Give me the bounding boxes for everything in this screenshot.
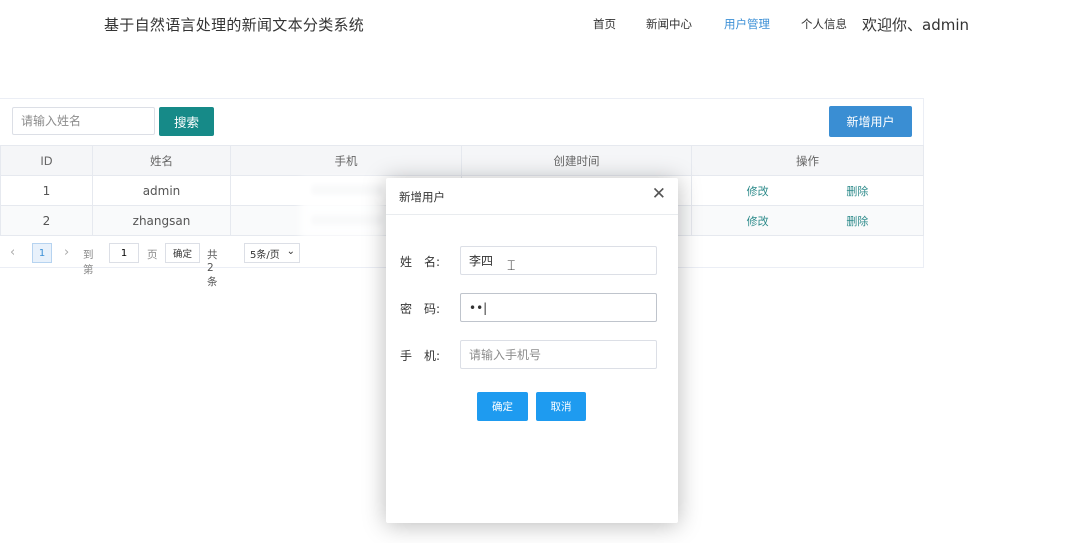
search-button[interactable]: 搜索 xyxy=(159,107,214,136)
goto-label: 到第 xyxy=(83,249,94,276)
text-cursor-icon: ⌶ xyxy=(507,258,516,274)
add-user-button[interactable]: 新增用户 xyxy=(829,106,912,137)
search-name-input[interactable] xyxy=(12,107,155,135)
password-input[interactable] xyxy=(460,293,657,322)
column-header-id[interactable]: ID xyxy=(0,145,93,176)
dialog-divider xyxy=(386,214,678,215)
modal-shadow-fade xyxy=(300,178,384,238)
nav-user-management[interactable]: 用户管理 xyxy=(724,16,770,32)
nav-news-center[interactable]: 新闻中心 xyxy=(646,16,692,32)
goto-confirm-button[interactable]: 确定 xyxy=(165,243,200,263)
top-navbar: 基于自然语言处理的新闻文本分类系统 首页 新闻中心 用户管理 个人信息 欢迎你、… xyxy=(0,0,1087,50)
delete-link[interactable]: 删除 xyxy=(846,185,868,198)
goto-page-input[interactable] xyxy=(109,243,139,263)
column-header-phone[interactable]: 手机 xyxy=(230,145,462,176)
close-icon[interactable]: ✕ xyxy=(652,184,666,204)
phone-input[interactable] xyxy=(460,340,657,369)
cancel-button[interactable]: 取消 xyxy=(536,392,586,421)
cell-id: 1 xyxy=(0,175,93,206)
edit-link[interactable]: 修改 xyxy=(747,185,769,198)
column-header-name[interactable]: 姓名 xyxy=(92,145,231,176)
phone-label: 手 机: xyxy=(400,349,441,363)
app-title: 基于自然语言处理的新闻文本分类系统 xyxy=(104,16,365,34)
dialog-title: 新增用户 xyxy=(399,190,445,204)
column-header-actions: 操作 xyxy=(691,145,924,176)
page-suffix-label: 页 xyxy=(147,249,158,261)
delete-link[interactable]: 删除 xyxy=(846,215,868,228)
password-label: 密 码: xyxy=(400,302,441,316)
page-size-value: 5条/页 xyxy=(250,249,280,261)
chevron-right-icon[interactable]: › xyxy=(64,245,69,260)
confirm-button[interactable]: 确定 xyxy=(477,392,528,421)
nav-home[interactable]: 首页 xyxy=(593,16,616,32)
edit-link[interactable]: 修改 xyxy=(747,215,769,228)
cell-name: admin xyxy=(92,175,231,206)
table-header-row: ID 姓名 手机 创建时间 操作 xyxy=(0,145,924,176)
add-user-dialog: 新增用户 ✕ 姓 名: ⌶ 密 码: 手 机: 确定 取消 xyxy=(386,178,678,523)
name-input[interactable] xyxy=(460,246,657,275)
chevron-left-icon[interactable]: ‹ xyxy=(10,245,15,260)
page-number-current[interactable]: 1 xyxy=(32,243,52,263)
cell-name: zhangsan xyxy=(92,205,231,236)
chevron-down-icon: ⌄ xyxy=(286,246,295,257)
cell-actions: 修改 删除 xyxy=(691,175,924,206)
cell-actions: 修改 删除 xyxy=(691,205,924,236)
total-count: 共 2 条 xyxy=(207,249,218,288)
page-size-select[interactable]: 5条/页 ⌄ xyxy=(244,243,300,263)
welcome-text: 欢迎你、admin xyxy=(862,16,969,34)
cell-id: 2 xyxy=(0,205,93,236)
column-header-created[interactable]: 创建时间 xyxy=(461,145,692,176)
name-label: 姓 名: xyxy=(400,255,441,269)
nav-profile[interactable]: 个人信息 xyxy=(801,16,847,32)
